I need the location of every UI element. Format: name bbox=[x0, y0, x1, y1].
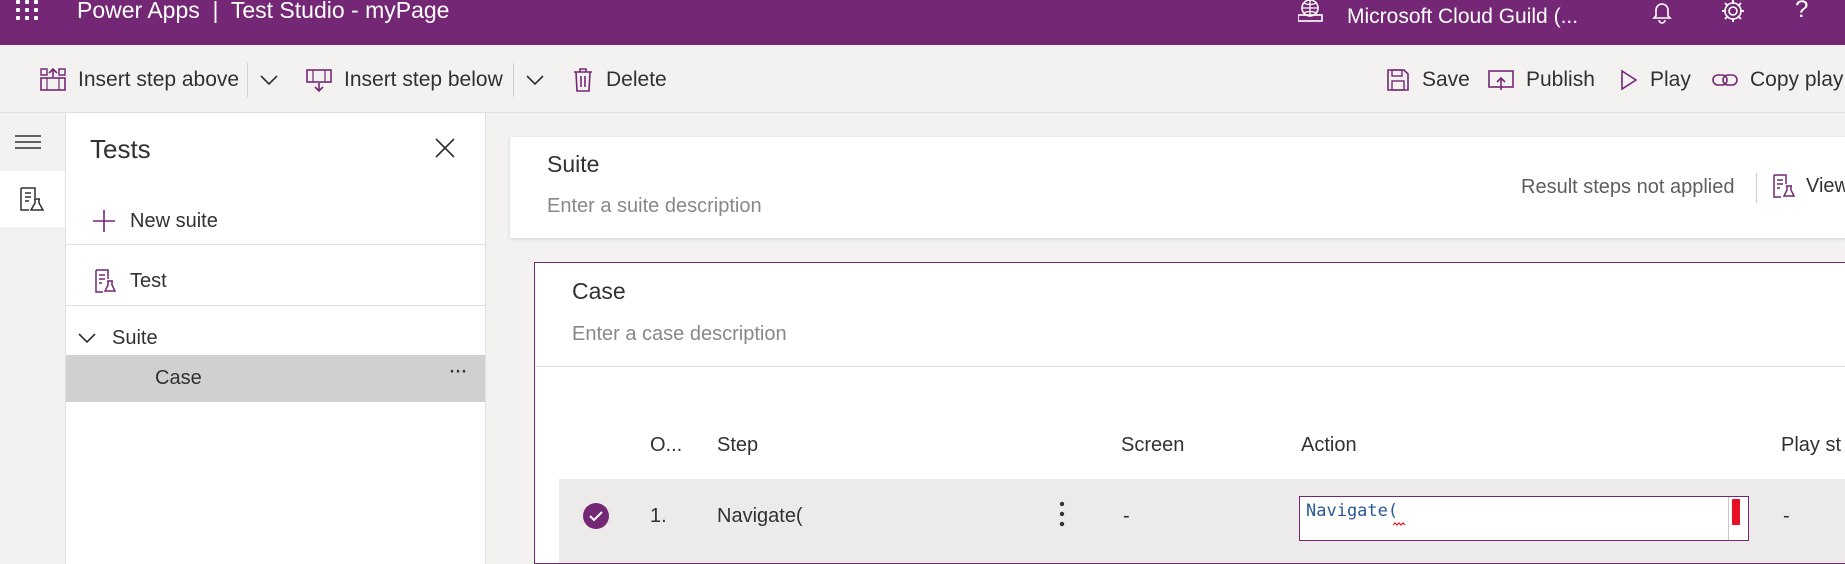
suite-description-input[interactable]: Enter a suite description bbox=[547, 195, 762, 218]
plus-icon bbox=[93, 210, 115, 232]
error-squiggle-icon bbox=[1393, 522, 1405, 526]
save-icon bbox=[1387, 69, 1409, 91]
insert-above-icon bbox=[40, 68, 66, 91]
publish-button[interactable]: Publish bbox=[1488, 65, 1595, 95]
result-status-text: Result steps not applied bbox=[1521, 176, 1735, 198]
play-icon bbox=[1621, 69, 1638, 91]
case-tree-label: Case bbox=[155, 367, 202, 389]
save-button[interactable]: Save bbox=[1386, 65, 1470, 95]
column-header-action[interactable]: Action bbox=[1301, 434, 1357, 457]
test-label: Test bbox=[130, 269, 167, 292]
link-icon bbox=[1712, 74, 1738, 86]
action-formula-text: Navigate( bbox=[1306, 501, 1399, 521]
step-name[interactable]: Navigate( bbox=[717, 505, 803, 528]
test-icon bbox=[95, 269, 116, 293]
copy-play-link-button[interactable]: Copy play bbox=[1712, 65, 1843, 95]
insert-step-above-label: Insert step above bbox=[78, 68, 240, 91]
app-launcher-icon[interactable] bbox=[14, 0, 44, 25]
case-tree-item[interactable]: Case ··· bbox=[66, 355, 485, 402]
insert-step-above-button[interactable]: Insert step above bbox=[40, 65, 239, 95]
play-label: Play bbox=[1650, 68, 1691, 91]
step-screen: - bbox=[1123, 505, 1130, 527]
suite-tree-item[interactable]: Suite bbox=[66, 316, 485, 360]
notifications-icon[interactable] bbox=[1650, 0, 1674, 24]
chevron-down-icon bbox=[526, 75, 544, 86]
suite-card: Suite Enter a suite description Result s… bbox=[510, 137, 1845, 238]
tests-panel-title: Tests bbox=[90, 134, 151, 164]
publish-icon bbox=[1488, 70, 1514, 90]
suite-title[interactable]: Suite bbox=[547, 151, 599, 178]
save-label: Save bbox=[1422, 68, 1470, 91]
environment-icon bbox=[1297, 0, 1326, 24]
more-vertical-icon[interactable] bbox=[1059, 499, 1065, 529]
delete-label: Delete bbox=[606, 68, 667, 91]
play-button[interactable]: Play bbox=[1620, 65, 1691, 95]
play-status: - bbox=[1783, 505, 1790, 527]
case-description-input[interactable]: Enter a case description bbox=[572, 323, 787, 346]
delete-button[interactable]: Delete bbox=[572, 65, 667, 95]
test-icon bbox=[1773, 174, 1796, 198]
column-header-step[interactable]: Step bbox=[717, 434, 758, 457]
test-icon bbox=[20, 187, 44, 211]
left-rail bbox=[0, 113, 66, 564]
trash-icon bbox=[574, 68, 592, 92]
tests-nav-item[interactable] bbox=[0, 171, 65, 227]
column-header-order[interactable]: O... bbox=[650, 434, 682, 457]
hamburger-icon[interactable] bbox=[14, 134, 42, 154]
table-row[interactable]: 1. Navigate( - Navigate( - bbox=[559, 479, 1845, 563]
help-icon[interactable]: ? bbox=[1795, 0, 1808, 24]
insert-above-dropdown[interactable] bbox=[260, 65, 290, 95]
insert-step-below-button[interactable]: Insert step below bbox=[306, 65, 503, 95]
insert-below-icon bbox=[306, 69, 332, 92]
view-label: View bbox=[1806, 174, 1845, 197]
more-options-icon[interactable]: ··· bbox=[448, 357, 468, 385]
app-title: Power Apps | Test Studio - myPage bbox=[77, 0, 450, 23]
close-icon[interactable] bbox=[434, 137, 456, 159]
tests-panel: Tests New suite Test Suite Case ··· bbox=[66, 113, 486, 564]
chevron-down-icon bbox=[78, 333, 96, 344]
chevron-down-icon bbox=[260, 75, 278, 86]
column-header-screen[interactable]: Screen bbox=[1121, 434, 1184, 457]
new-suite-label: New suite bbox=[130, 209, 218, 232]
view-button[interactable]: View bbox=[1772, 174, 1845, 198]
action-formula-input[interactable]: Navigate( bbox=[1299, 496, 1749, 541]
column-header-play-status[interactable]: Play st bbox=[1781, 434, 1841, 457]
test-item[interactable]: Test bbox=[66, 259, 485, 303]
insert-below-dropdown[interactable] bbox=[526, 65, 556, 95]
suite-tree-label: Suite bbox=[112, 326, 158, 349]
command-bar: Insert step above Insert step below Dele… bbox=[0, 45, 1845, 113]
step-order: 1. bbox=[650, 505, 667, 527]
settings-icon[interactable] bbox=[1720, 0, 1746, 24]
publish-label: Publish bbox=[1526, 68, 1595, 91]
insert-step-below-label: Insert step below bbox=[344, 68, 503, 91]
case-title[interactable]: Case bbox=[572, 278, 626, 305]
error-indicator bbox=[1732, 499, 1740, 525]
environment-name[interactable]: Microsoft Cloud Guild (... bbox=[1347, 5, 1578, 29]
app-header: Power Apps | Test Studio - myPage Micros… bbox=[0, 0, 1845, 45]
input-scrollbar[interactable] bbox=[1728, 497, 1729, 540]
checkmark-icon[interactable] bbox=[583, 503, 609, 529]
case-card: Case Enter a case description O... Step … bbox=[534, 262, 1845, 564]
copy-play-label: Copy play bbox=[1750, 68, 1844, 91]
new-suite-button[interactable]: New suite bbox=[66, 199, 485, 243]
